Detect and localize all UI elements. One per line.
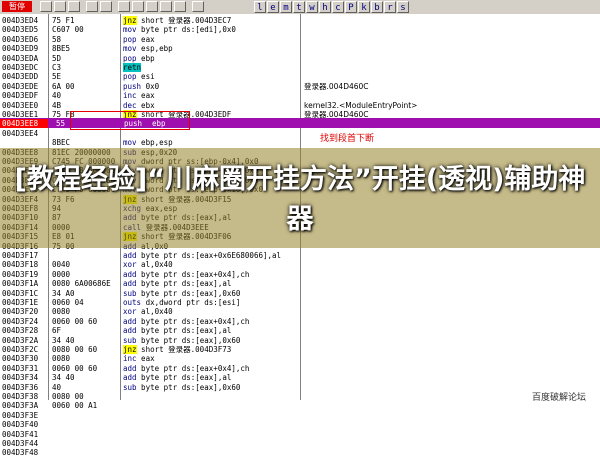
opcode: pop: [123, 53, 137, 63]
opcode: add: [123, 316, 137, 326]
opcode: pop: [123, 72, 137, 82]
opcode: inc: [123, 91, 137, 101]
open-file-button[interactable]: [40, 1, 52, 12]
trace-over-button[interactable]: [160, 1, 172, 12]
restart-button[interactable]: [54, 1, 66, 12]
operands: esi: [136, 72, 155, 82]
selection-annotation-box: [70, 111, 190, 130]
opcode: inc: [123, 354, 137, 364]
address-cell: 004D3F48: [2, 448, 39, 458]
opcode: mov: [123, 25, 137, 35]
toolbar-letter-button[interactable]: k: [358, 1, 370, 13]
toolbar-letter-button[interactable]: t: [293, 1, 305, 13]
opcode: sub: [123, 382, 137, 392]
debugger-toolbar: 暂停 lemtwhcPkbrs: [0, 0, 600, 15]
opcode: add: [123, 363, 137, 373]
operands: byte ptr ds:[eax+0x4],ch: [136, 316, 250, 326]
step-into-button[interactable]: [118, 1, 130, 12]
operands: ebx: [136, 100, 155, 110]
opcode: sub: [123, 335, 137, 345]
goto-button[interactable]: [192, 1, 204, 12]
window-letter-buttons: lemtwhcPkbrs: [254, 0, 410, 14]
opcode: add: [123, 279, 137, 289]
toolbar-letter-button[interactable]: w: [306, 1, 318, 13]
pause-button[interactable]: [100, 1, 112, 12]
toolbar-letter-button[interactable]: P: [345, 1, 357, 13]
operands: eax: [136, 354, 155, 364]
operands: eax: [136, 91, 155, 101]
operands: byte ptr ds:[eax],al: [136, 326, 232, 336]
opcode: sub: [123, 288, 137, 298]
opcode: add: [123, 269, 137, 279]
opcode: push: [123, 81, 142, 91]
opcode: xor: [123, 260, 137, 270]
toolbar-letter-button[interactable]: s: [397, 1, 409, 13]
opcode: mov: [123, 138, 137, 148]
operands: ebp: [136, 53, 155, 63]
opcode: outs: [123, 298, 142, 307]
toolbar-letter-button[interactable]: m: [280, 1, 292, 13]
operands: byte ptr ds:[eax],al: [136, 373, 232, 383]
pause-status-button[interactable]: 暂停: [2, 1, 32, 12]
operands: byte ptr ds:[eax],0x60: [136, 382, 241, 392]
toolbar-letter-button[interactable]: h: [319, 1, 331, 13]
operands: short 登录器.004D3EC7: [136, 16, 232, 25]
opcode: jnz: [123, 345, 137, 354]
execute-till-return-button[interactable]: [174, 1, 186, 12]
operands: eax: [136, 34, 155, 44]
headline-title: [教程经验]“川麻圈开挂方法”开挂(透视)辅助神器: [14, 164, 586, 235]
toolbar-letter-button[interactable]: c: [332, 1, 344, 13]
instruction-row: sub byte ptr ds:[eax],0x60: [120, 383, 240, 393]
highlight-address: 004D3EE8: [2, 119, 39, 128]
close-button[interactable]: [68, 1, 80, 12]
opcode: retn: [123, 63, 142, 72]
operands: byte ptr ds:[edi],0x0: [136, 25, 236, 35]
toolbar-letter-button[interactable]: b: [371, 1, 383, 13]
run-button[interactable]: [86, 1, 98, 12]
hex-cell: 0060 00 A1: [52, 401, 98, 411]
highlight-hex: 55: [56, 119, 66, 128]
operands: al,0x40: [136, 307, 173, 317]
opcode: dec: [123, 100, 137, 110]
opcode: add: [123, 326, 137, 336]
opcode: mov: [123, 44, 137, 54]
operands: ebp,esp: [136, 138, 173, 148]
step-over-button[interactable]: [132, 1, 144, 12]
operands: byte ptr ds:[eax],0x60: [136, 288, 241, 298]
trace-into-button[interactable]: [146, 1, 158, 12]
operands: al,0x40: [136, 260, 173, 270]
toolbar-letter-button[interactable]: e: [267, 1, 279, 13]
address-cell: 004D3EE4: [2, 128, 39, 138]
opcode: add: [123, 373, 137, 383]
comment-text: 登录器.004D460C: [304, 81, 369, 91]
operands: byte ptr ds:[eax],0x60: [136, 335, 241, 345]
operands: byte ptr ds:[eax+0x6E680066],al: [136, 251, 282, 260]
comment-text: 登录器.004D460C: [304, 110, 369, 119]
breakpoint-note: 找到段首下断: [320, 134, 375, 144]
operands: byte ptr ds:[eax+0x4],ch: [136, 363, 250, 373]
opcode: xor: [123, 307, 137, 317]
operands: 0x0: [141, 81, 160, 91]
toolbar-letter-button[interactable]: r: [384, 1, 396, 13]
opcode: add: [123, 251, 137, 260]
operands: byte ptr ds:[eax],al: [136, 279, 232, 289]
operands: byte ptr ds:[eax+0x4],ch: [136, 269, 250, 279]
toolbar-letter-button[interactable]: l: [254, 1, 266, 13]
opcode: jnz: [123, 16, 137, 25]
watermark-text: 百度破解论坛: [532, 393, 587, 403]
operands: esp,ebp: [136, 44, 173, 54]
opcode: pop: [123, 34, 137, 44]
operands: short 登录器.004D3F73: [136, 345, 232, 354]
operands: dx,dword ptr ds:[esi]: [141, 298, 241, 307]
